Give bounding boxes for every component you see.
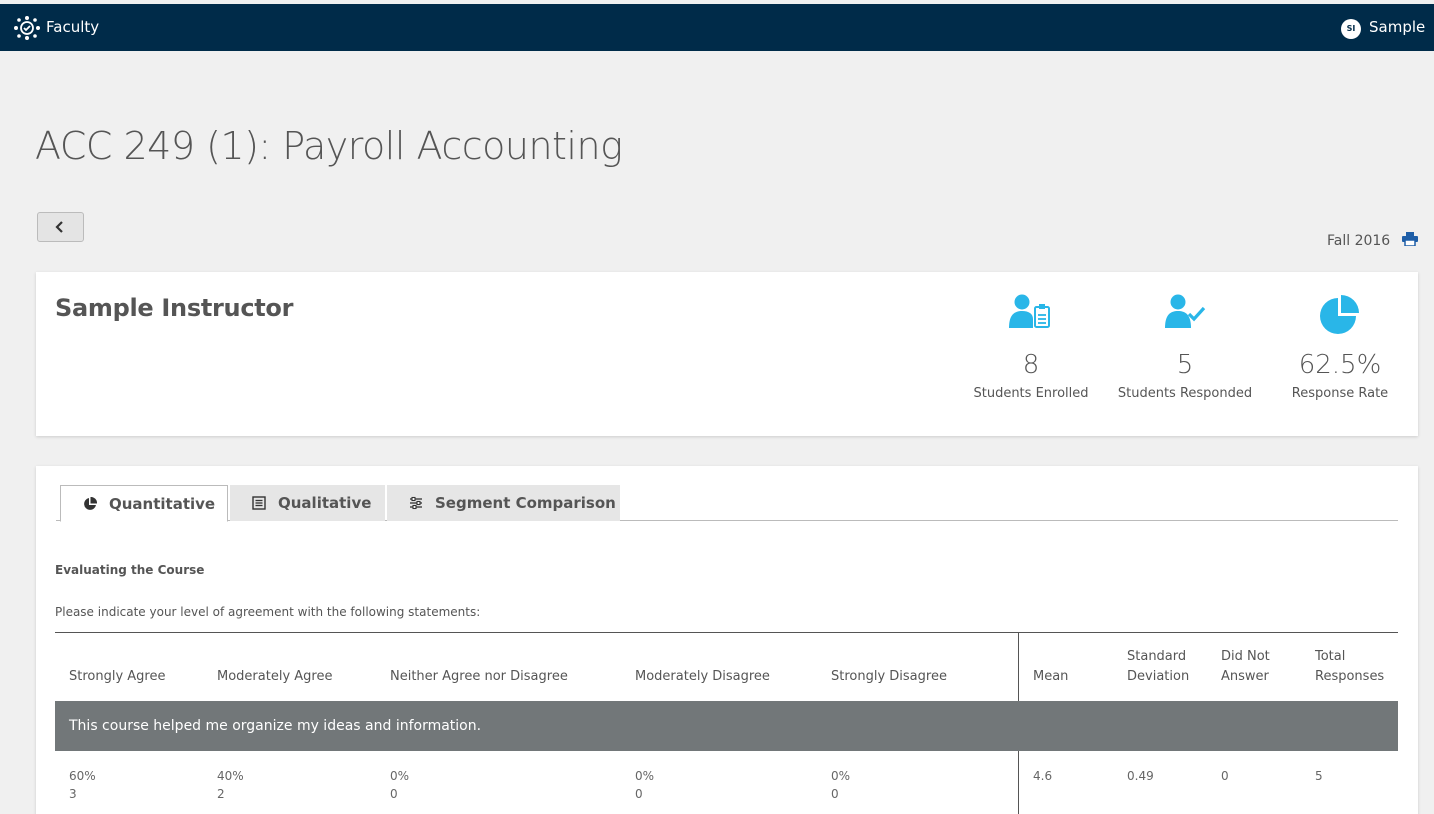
tab-quantitative[interactable]: Quantitative — [60, 485, 228, 522]
cell-moderately-disagree: 0% 0 — [635, 767, 654, 803]
col-header-std-dev: Standard Deviation — [1127, 647, 1189, 687]
stat-response-rate: 62.5% Response Rate — [1270, 294, 1410, 401]
back-button[interactable] — [37, 212, 84, 242]
stat-students-enrolled: 8 Students Enrolled — [961, 294, 1101, 401]
col-header-total-line1: Total — [1315, 649, 1346, 664]
col-header-total-responses: Total Responses — [1315, 647, 1384, 687]
col-header-dna-line2: Answer — [1221, 669, 1269, 684]
col-header-neither: Neither Agree nor Disagree — [390, 669, 568, 684]
students-responded-label: Students Responded — [1117, 386, 1253, 401]
students-enrolled-label: Students Enrolled — [973, 386, 1089, 401]
pie-chart-icon — [84, 496, 97, 510]
col-header-std-dev-line2: Deviation — [1127, 669, 1190, 684]
instructor-name: Sample Instructor — [55, 294, 294, 322]
col-header-mean: Mean — [1033, 669, 1069, 684]
cell-mean: 4.6 — [1033, 769, 1053, 783]
table-top-border — [55, 632, 1398, 633]
user-name[interactable]: Sample — [1369, 18, 1425, 36]
cell-neither-count: 0 — [390, 787, 398, 801]
cell-std-dev: 0.49 — [1127, 769, 1154, 783]
section-title: Evaluating the Course — [55, 563, 205, 577]
cell-moderately-agree-count: 2 — [217, 787, 225, 801]
print-icon[interactable] — [1402, 232, 1418, 246]
faculty-logo-icon[interactable] — [14, 16, 40, 40]
question-row: This course helped me organize my ideas … — [55, 701, 1398, 751]
tab-quantitative-label: Quantitative — [109, 494, 216, 513]
tab-qualitative-label: Qualitative — [278, 494, 372, 512]
app-name[interactable]: Faculty — [46, 18, 99, 36]
col-header-total-line2: Responses — [1315, 669, 1385, 684]
cell-strongly-agree-pct: 60% — [69, 769, 96, 783]
results-card: Quantitative Qualitative Segment Compari — [36, 466, 1418, 814]
user-avatar[interactable]: SI — [1341, 19, 1361, 39]
response-rate-label: Response Rate — [1291, 386, 1389, 401]
col-header-std-dev-line1: Standard — [1127, 649, 1187, 664]
col-header-strongly-disagree: Strongly Disagree — [831, 669, 947, 684]
tab-segment-comparison[interactable]: Segment Comparison — [387, 485, 620, 521]
col-header-did-not-answer: Did Not Answer — [1221, 647, 1270, 687]
students-responded-value: 5 — [1176, 350, 1194, 380]
cell-strongly-agree-count: 3 — [69, 787, 77, 801]
cell-did-not-answer: 0 — [1221, 769, 1229, 783]
cell-total-responses: 5 — [1315, 769, 1323, 783]
instructor-summary-card: Sample Instructor 8 Students Enrolled 5 — [36, 272, 1418, 436]
col-header-strongly-agree: Strongly Agree — [69, 669, 166, 684]
response-rate-value: 62.5% — [1298, 350, 1382, 380]
cell-strongly-disagree-count: 0 — [831, 787, 839, 801]
sliders-icon — [410, 496, 422, 510]
col-header-dna-line1: Did Not — [1221, 649, 1270, 664]
cell-neither-pct: 0% — [390, 769, 410, 783]
term-label: Fall 2016 — [1327, 233, 1391, 249]
cell-moderately-agree: 40% 2 — [217, 767, 244, 803]
stat-students-responded: 5 Students Responded — [1115, 294, 1255, 401]
cell-neither: 0% 0 — [390, 767, 409, 803]
list-icon — [252, 496, 266, 510]
cell-strongly-disagree: 0% 0 — [831, 767, 850, 803]
cell-moderately-agree-pct: 40% — [217, 769, 244, 783]
user-check-icon — [1165, 294, 1206, 328]
col-header-moderately-disagree: Moderately Disagree — [635, 669, 770, 684]
survey-instructions: Please indicate your level of agreement … — [55, 605, 481, 619]
user-clipboard-icon — [1009, 294, 1050, 328]
students-enrolled-value: 8 — [1022, 350, 1040, 380]
pie-chart-icon — [1320, 295, 1359, 334]
top-navigation-bar: Faculty SI Sample — [0, 4, 1434, 51]
cell-moderately-disagree-pct: 0% — [635, 769, 655, 783]
chevron-left-icon — [55, 221, 63, 233]
tab-segment-comparison-label: Segment Comparison — [435, 494, 616, 512]
page-title: ACC 249 (1): Payroll Accounting — [35, 124, 623, 168]
cell-moderately-disagree-count: 0 — [635, 787, 643, 801]
cell-strongly-disagree-pct: 0% — [831, 769, 851, 783]
col-header-moderately-agree: Moderately Agree — [217, 669, 333, 684]
tab-qualitative[interactable]: Qualitative — [230, 485, 385, 521]
cell-strongly-agree: 60% 3 — [69, 767, 96, 803]
